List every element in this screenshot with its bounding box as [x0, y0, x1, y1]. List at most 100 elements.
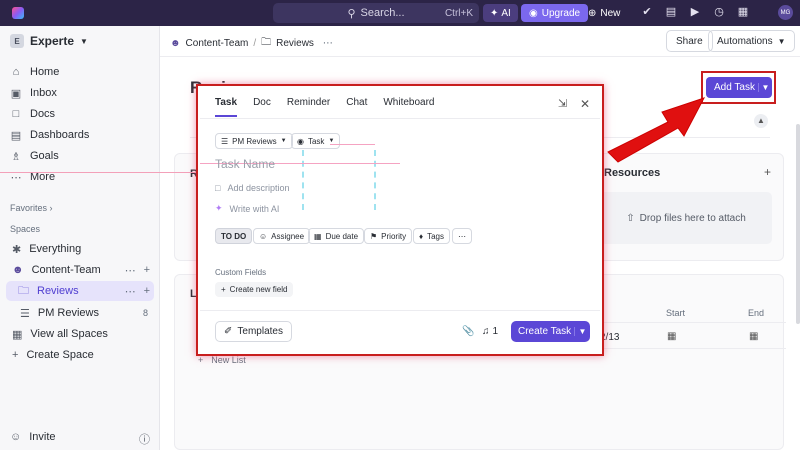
sidebar-item-home[interactable]: ⌂ Home: [10, 63, 60, 81]
plus-icon[interactable]: +: [144, 285, 150, 298]
more-options-button[interactable]: ⋯: [452, 228, 472, 244]
modal-tabs: Task Doc Reminder Chat Whiteboard: [215, 97, 434, 117]
favorites-label: Favorites: [10, 203, 48, 213]
create-task-modal: Task Doc Reminder Chat Whiteboard ⇲ ✕ ☰ …: [200, 88, 600, 352]
tab-reminder[interactable]: Reminder: [287, 97, 330, 117]
assignee-chip[interactable]: ☺ Assignee: [253, 228, 311, 244]
close-icon[interactable]: ✕: [580, 97, 590, 111]
grid-icon[interactable]: ▦: [736, 5, 750, 19]
breadcrumb-folder[interactable]: Reviews: [276, 38, 314, 49]
sparkle-icon: ✦: [215, 203, 223, 213]
tab-doc[interactable]: Doc: [253, 97, 271, 117]
sidebar-item-content-team[interactable]: ☻ Content-Team ⋯ +: [0, 260, 160, 280]
notification-button[interactable]: ♫ 1: [482, 326, 498, 337]
more-horizontal-icon[interactable]: ⋯: [125, 264, 136, 277]
write-with-ai-row[interactable]: ✦ Write with AI: [215, 203, 279, 214]
tab-task[interactable]: Task: [215, 97, 238, 117]
workspace-switcher[interactable]: E Experte ▼: [10, 34, 88, 48]
sidebar-item-reviews[interactable]: 🗀 Reviews ⋯ +: [6, 281, 154, 301]
upload-icon: ⇧: [626, 212, 635, 224]
space-actions: ⋯ +: [125, 264, 150, 277]
avatar[interactable]: MG: [778, 5, 793, 20]
minimize-icon[interactable]: ⇲: [558, 97, 567, 110]
sidebar-item-goals[interactable]: ♗ Goals: [10, 147, 59, 165]
chevron-down-icon[interactable]: ▼: [574, 327, 590, 336]
sidebar-item-label: Content-Team: [31, 264, 101, 276]
more-horizontal-icon[interactable]: ⋯: [323, 38, 333, 49]
share-button[interactable]: Share: [666, 30, 713, 52]
sidebar-item-docs[interactable]: □ Docs: [10, 105, 55, 123]
flag-icon: ⚑: [370, 231, 378, 241]
bell-icon: ♫: [482, 326, 490, 337]
sidebar-item-label: Everything: [29, 243, 82, 255]
sidebar-item-dashboards[interactable]: ▤ Dashboards: [10, 126, 90, 144]
clickup-logo-icon[interactable]: [12, 7, 24, 19]
paperclip-icon[interactable]: 📎: [462, 326, 474, 337]
add-description-row[interactable]: □ Add description: [215, 183, 289, 193]
chevron-down-icon[interactable]: ▼: [758, 83, 772, 92]
modal-tab-divider: [200, 118, 600, 119]
more-horizontal-icon: ⋯: [458, 231, 466, 241]
sidebar-item-create-space[interactable]: + Create Space: [0, 345, 160, 365]
ai-button[interactable]: ✦ AI: [483, 4, 518, 22]
status-chip[interactable]: TO DO: [215, 228, 253, 244]
create-task-label: Create Task: [518, 326, 572, 337]
sidebar-item-view-all-spaces[interactable]: ▦ View all Spaces: [0, 324, 160, 344]
space-actions: ⋯ +: [125, 285, 150, 298]
notepad-icon[interactable]: ▤: [664, 5, 678, 19]
scrollbar[interactable]: [796, 124, 800, 324]
calendar-icon[interactable]: ▦: [667, 331, 676, 342]
header-divider: [160, 56, 800, 57]
templates-label: Templates: [237, 326, 283, 337]
annotation-guide-line: [0, 172, 220, 173]
check-circle-icon[interactable]: ✔: [640, 5, 654, 19]
chevron-up-icon[interactable]: ▲: [754, 114, 768, 128]
task-type-select[interactable]: ◉ Task ▼: [291, 133, 341, 149]
chevron-down-icon: ▼: [280, 138, 287, 144]
dashboard-icon: ▤: [10, 129, 22, 142]
task-name-input[interactable]: Task Name: [215, 157, 275, 171]
sidebar-item-pm-reviews[interactable]: ☰ PM Reviews 8: [0, 303, 160, 323]
annotation-guide-line: [330, 144, 375, 145]
alarm-icon[interactable]: ◷: [712, 5, 726, 19]
file-dropzone[interactable]: ⇧ Drop files here to attach: [600, 192, 772, 244]
plus-icon: +: [198, 355, 204, 365]
automations-label: Automations: [717, 35, 773, 47]
plus-icon[interactable]: +: [144, 264, 150, 277]
row-divider: [590, 322, 786, 323]
tags-label: Tags: [427, 231, 444, 241]
calendar-icon[interactable]: ▦: [749, 331, 758, 342]
create-task-button[interactable]: Create Task ▼: [511, 321, 590, 342]
modal-footer-divider: [200, 310, 600, 311]
search-bar[interactable]: ⚲ Search... Ctrl+K: [273, 3, 479, 23]
due-date-chip[interactable]: ▦ Due date: [308, 228, 365, 244]
breadcrumb: ☻ Content-Team / 🗀 Reviews ⋯: [170, 35, 333, 52]
asterisk-icon: ✱: [12, 243, 22, 256]
more-horizontal-icon[interactable]: ⋯: [125, 285, 136, 298]
priority-chip[interactable]: ⚑ Priority: [364, 228, 413, 244]
list-select[interactable]: ☰ PM Reviews ▼: [215, 133, 293, 149]
search-shortcut: Ctrl+K: [444, 7, 473, 19]
add-resource-icon[interactable]: +: [764, 165, 771, 179]
priority-label: Priority: [381, 231, 407, 241]
sidebar-item-inbox[interactable]: ▣ Inbox: [10, 84, 57, 102]
create-new-field-button[interactable]: + Create new field: [215, 282, 294, 297]
upgrade-button[interactable]: ◉ Upgrade: [521, 4, 589, 22]
sidebar-item-label: Docs: [30, 108, 56, 120]
tags-chip[interactable]: ♦ Tags: [413, 228, 450, 244]
breadcrumb-space[interactable]: Content-Team: [186, 38, 249, 49]
invite-button[interactable]: ☺ Invite: [10, 431, 56, 443]
video-icon[interactable]: ▶: [688, 5, 702, 19]
favorites-section[interactable]: Favorites ›: [10, 203, 53, 213]
sidebar-item-everything[interactable]: ✱ Everything: [0, 239, 160, 259]
help-icon[interactable]: ⓘ: [139, 431, 150, 447]
sidebar-item-more[interactable]: ⋯ More: [10, 168, 56, 186]
upgrade-label: Upgrade: [541, 7, 581, 19]
templates-button[interactable]: ✐ Templates: [215, 321, 292, 342]
tab-whiteboard[interactable]: Whiteboard: [383, 97, 434, 117]
new-list-button[interactable]: + New List: [198, 355, 246, 365]
new-button[interactable]: ⊕ New: [588, 4, 620, 22]
automations-button[interactable]: Automations ▼: [708, 30, 795, 52]
ai-label: AI: [501, 7, 511, 19]
tab-chat[interactable]: Chat: [346, 97, 367, 117]
